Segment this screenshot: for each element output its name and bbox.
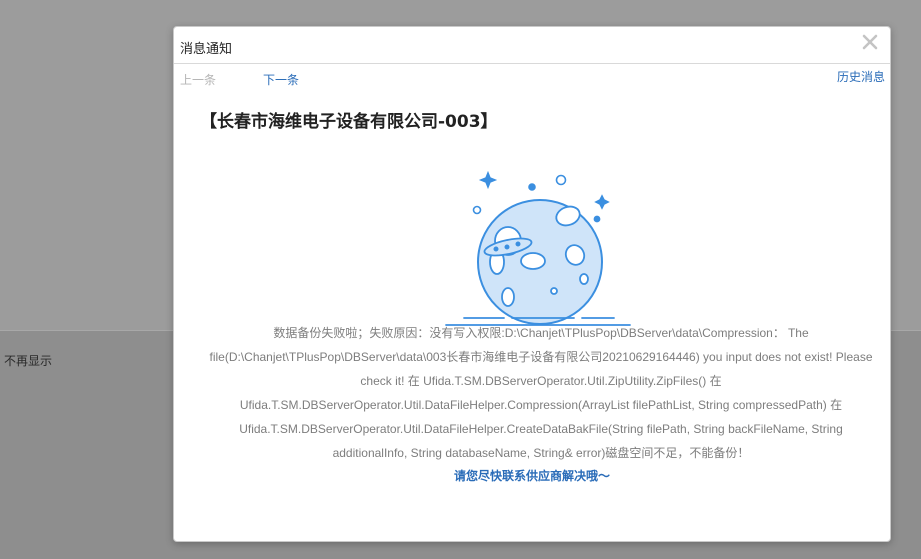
message-line: file(D:\Chanjet\TPlusPop\DBServer\data\0… <box>209 350 873 364</box>
contact-supplier-text: 请您尽快联系供应商解决哦～ <box>453 469 610 483</box>
message-line: Ufida.T.SM.DBServerOperator.Util.DataFil… <box>239 398 843 412</box>
message-line: 数据备份失败啦；失败原因：没有写入权限:D:\Chanjet\TPlusPop\… <box>273 326 809 340</box>
company-title: 【长春市海维电子设备有限公司-003】 <box>200 112 498 132</box>
previous-message-link[interactable]: 上一条 <box>180 71 216 88</box>
message-line: check it! 在 Ufida.T.SM.DBServerOperator.… <box>360 374 722 388</box>
next-message-link[interactable]: 下一条 <box>263 71 299 88</box>
history-messages-link[interactable]: 历史消息 <box>837 68 885 85</box>
message-line: additionalInfo, String databaseName, Str… <box>332 446 750 460</box>
error-message: 数据备份失败啦；失败原因：没有写入权限:D:\Chanjet\TPlusPop\… <box>196 321 886 465</box>
message-line: Ufida.T.SM.DBServerOperator.Util.DataFil… <box>239 422 843 436</box>
dont-show-again-label[interactable]: 不再显示 <box>4 352 52 369</box>
planet-ufo-illustration <box>444 167 634 332</box>
close-icon[interactable] <box>860 32 880 52</box>
notification-modal: 消息通知 上一条 下一条 历史消息 【长春市海维电子设备有限公司-003】 数据… <box>173 26 891 542</box>
modal-header: 消息通知 <box>174 27 890 64</box>
modal-title: 消息通知 <box>180 42 233 57</box>
